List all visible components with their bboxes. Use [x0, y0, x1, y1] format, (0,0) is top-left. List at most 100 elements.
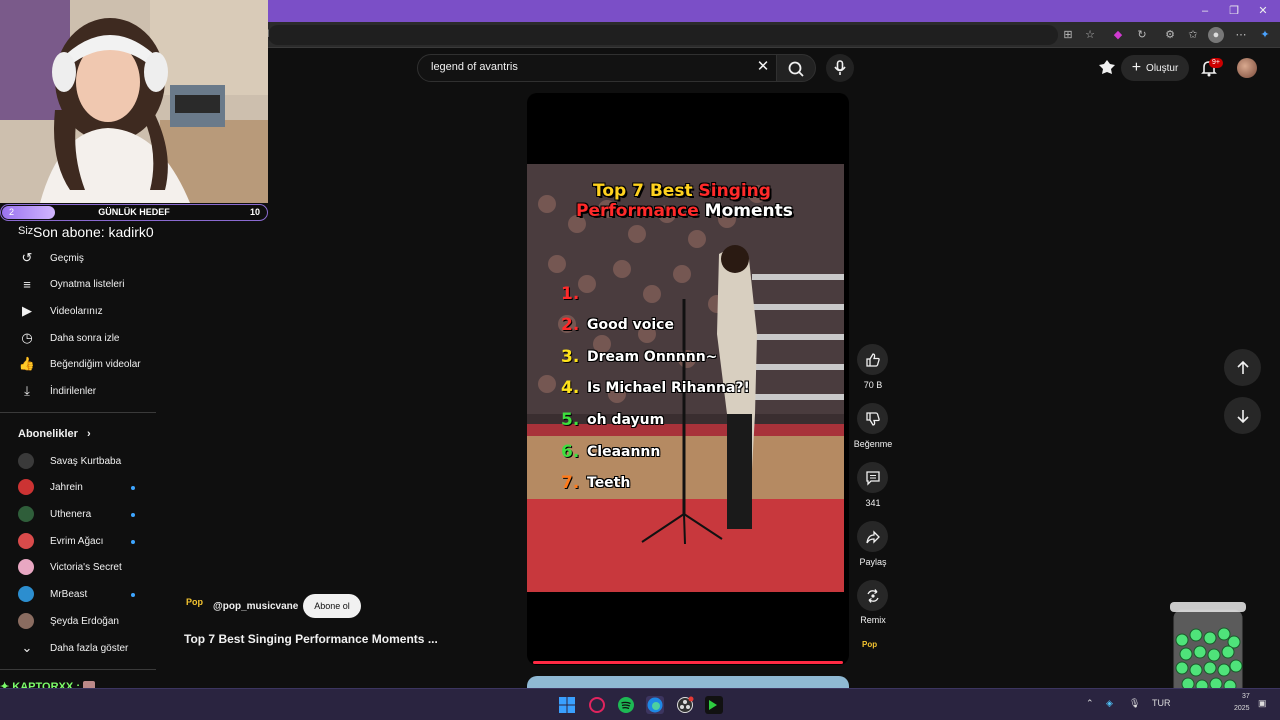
subscription-item[interactable]: Savaş Kurtbaba	[18, 448, 148, 474]
subscription-item[interactable]: Jahrein	[18, 474, 148, 500]
share-button[interactable]	[857, 521, 888, 552]
channel-avatar	[18, 559, 34, 575]
profile-icon[interactable]: ●	[1208, 27, 1224, 43]
extension-icon[interactable]: ◆	[1110, 27, 1126, 43]
favorites-icon[interactable]: ✩	[1185, 27, 1201, 43]
video-progress-bar[interactable]	[533, 661, 843, 664]
subscription-label: Evrim Ağacı	[50, 535, 104, 547]
list-text: Good voice	[587, 317, 674, 333]
app-icon[interactable]	[588, 696, 606, 714]
channel-logo-small[interactable]: Pop	[862, 640, 884, 658]
terminal-icon[interactable]	[705, 696, 723, 714]
list-number: 4.	[561, 378, 580, 398]
dislike-button[interactable]	[857, 403, 888, 434]
thumbs-up-icon	[865, 352, 880, 367]
sidebar-item-label: Daha sonra izle	[50, 332, 120, 344]
close-button[interactable]: ✕	[1254, 3, 1272, 19]
previous-short-button[interactable]	[1224, 349, 1261, 386]
subscription-label: MrBeast	[50, 588, 88, 600]
search-query: legend of avantris	[431, 61, 518, 73]
settings-extension-icon[interactable]: ⚙	[1162, 27, 1178, 43]
tray-expand-icon[interactable]: ⌃	[1086, 698, 1094, 709]
sidebar-item-liked-videos[interactable]: 👍 Beğendiğim videolar	[18, 351, 168, 377]
new-content-dot	[131, 593, 135, 597]
channel-avatar	[18, 506, 34, 522]
next-short-preview[interactable]	[527, 676, 849, 688]
sidebar-item-label: Beğendiğim videolar	[50, 358, 141, 370]
notification-badge: 9+	[1209, 58, 1223, 68]
edge-icon[interactable]	[646, 696, 664, 714]
remix-button[interactable]	[857, 580, 888, 611]
sidebar-item-watch-later[interactable]: ◷ Daha sonra izle	[18, 325, 168, 351]
list-number: 6.	[561, 442, 580, 462]
list-text: Cleaannn	[587, 444, 661, 460]
windows-start-icon[interactable]	[558, 696, 576, 714]
comment-icon	[865, 470, 880, 486]
avatar[interactable]	[1237, 58, 1257, 78]
list-text: Dream Onnnnn~	[587, 349, 718, 365]
new-content-dot	[131, 486, 135, 490]
split-screen-icon[interactable]: ⊞	[1060, 27, 1076, 43]
address-bar[interactable]	[268, 25, 1058, 45]
share-icon	[865, 529, 880, 544]
channel-logo[interactable]: Pop	[186, 597, 206, 615]
subscription-item[interactable]: Şeyda Erdoğan	[18, 608, 148, 634]
show-more-button[interactable]: ⌄ Daha fazla göster	[18, 635, 168, 661]
subscription-label: Savaş Kurtbaba	[50, 455, 122, 467]
voice-search-button[interactable]	[826, 54, 854, 82]
clock-time[interactable]: 37	[1242, 693, 1250, 700]
favorite-star-icon[interactable]: ☆	[1082, 27, 1098, 43]
sidebar-item-history[interactable]: ↺ Geçmiş	[18, 245, 168, 271]
spotify-icon[interactable]	[617, 696, 635, 714]
channel-avatar	[18, 586, 34, 602]
clear-search-icon[interactable]: ✕	[754, 58, 772, 76]
subscribe-button[interactable]: Abone ol	[303, 594, 361, 618]
create-button[interactable]: + Oluştur	[1121, 55, 1189, 81]
sidebar-item-playlists[interactable]: ≡ Oynatma listeleri	[18, 271, 168, 297]
your-videos-icon: ▶	[22, 303, 32, 318]
list-number: 5.	[561, 410, 580, 430]
daily-goal-label: GÜNLÜK HEDEF	[98, 207, 170, 217]
channel-avatar	[18, 479, 34, 495]
sidebar-item-your-videos[interactable]: ▶ Videolarınız	[18, 298, 168, 324]
premium-icon[interactable]	[1097, 58, 1117, 78]
network-tray-icon[interactable]: ◈	[1106, 698, 1113, 709]
subscription-item[interactable]: Uthenera	[18, 501, 148, 527]
like-count: 70 B	[863, 380, 883, 390]
obs-icon[interactable]	[676, 696, 694, 714]
title-text-white: Moments	[698, 201, 793, 221]
channel-name[interactable]: @pop_musicvane	[213, 601, 298, 612]
subscription-label: Şeyda Erdoğan	[50, 615, 119, 627]
subscriptions-heading-label: Abonelikler	[18, 428, 78, 440]
remix-label: Remix	[860, 615, 886, 625]
short-title[interactable]: Top 7 Best Singing Performance Moments .…	[184, 632, 438, 646]
mic-tray-icon[interactable]: 🎙	[1129, 698, 1140, 709]
subscriptions-heading[interactable]: Abonelikler ›	[18, 428, 91, 440]
minimize-button[interactable]: –	[1196, 3, 1214, 19]
sidebar-item-label: Oynatma listeleri	[50, 278, 125, 290]
subscription-item[interactable]: MrBeast	[18, 581, 148, 607]
subscription-item[interactable]: Victoria's Secret	[18, 554, 148, 580]
list-text: oh dayum	[587, 412, 665, 428]
subscription-item[interactable]: Evrim Ağacı	[18, 528, 148, 554]
search-button[interactable]	[776, 54, 816, 82]
language-indicator[interactable]: TUR	[1152, 698, 1171, 708]
copilot-icon[interactable]: ✦	[1257, 27, 1273, 43]
arrow-down-icon	[1236, 409, 1249, 423]
history-icon: ↺	[21, 250, 33, 265]
maximize-button[interactable]: ❐	[1225, 3, 1243, 19]
comments-button[interactable]	[857, 462, 888, 493]
more-menu-icon[interactable]: ⋯	[1233, 27, 1249, 43]
watch-later-icon: ◷	[21, 330, 33, 345]
like-button[interactable]	[857, 344, 888, 375]
chevron-right-icon: ›	[86, 428, 91, 440]
list-text: Teeth	[587, 475, 631, 491]
title-text-red: Performance	[576, 201, 699, 221]
next-short-button[interactable]	[1224, 397, 1261, 434]
comment-count: 341	[865, 498, 881, 508]
clock-date[interactable]: 2025	[1234, 705, 1250, 712]
refresh-extension-icon[interactable]: ↻	[1134, 27, 1150, 43]
notification-center-icon[interactable]: ▣	[1258, 698, 1267, 709]
sidebar-item-downloads[interactable]: ⤓ İndirilenler	[18, 378, 168, 404]
arrow-up-icon	[1236, 360, 1249, 374]
